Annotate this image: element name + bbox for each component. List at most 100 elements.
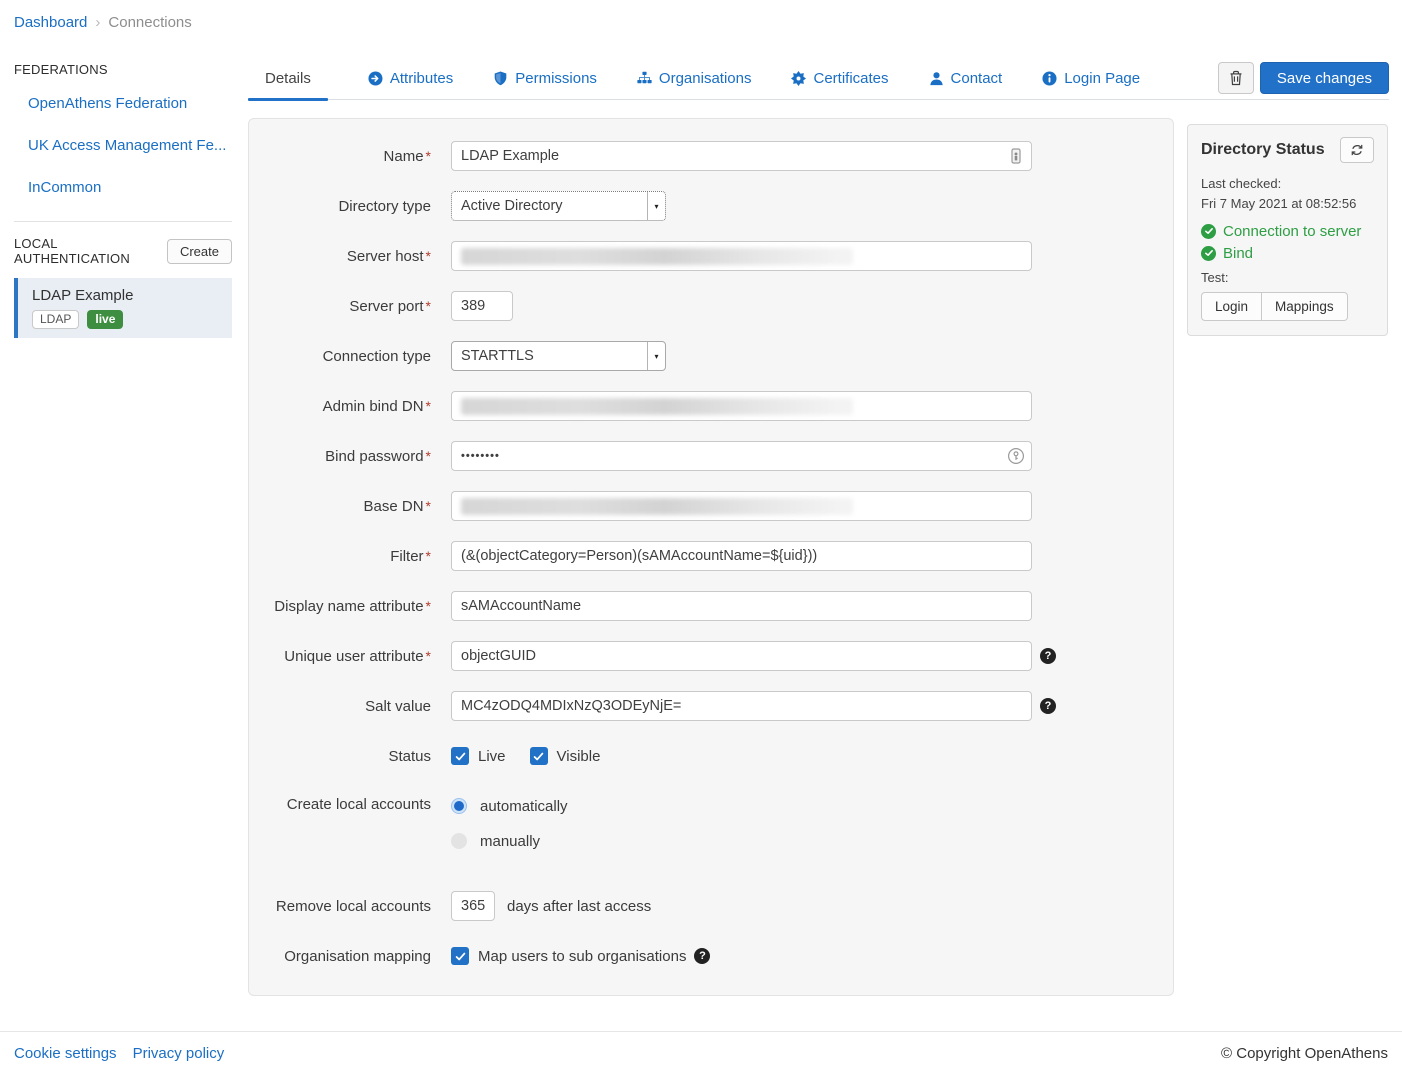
tab-label: Organisations (659, 70, 752, 87)
test-mappings-button[interactable]: Mappings (1262, 292, 1348, 321)
connection-name: LDAP Example (32, 287, 220, 304)
live-checkbox[interactable] (451, 747, 469, 765)
sidebar-item-ldap-example[interactable]: LDAP Example LDAP live (14, 278, 232, 338)
connection-type-select[interactable]: STARTTLS ▾ (451, 341, 666, 371)
form-row-base-dn: Base DN* (249, 491, 1173, 521)
connections-page: Dashboard › Connections FEDERATIONS Open… (0, 0, 1402, 1074)
list-item: UK Access Management Fe... (14, 137, 232, 155)
tab-permissions[interactable]: Permissions (493, 70, 597, 99)
form-row-create-local-accounts: Create local accounts automatically manu… (249, 791, 1173, 856)
base-dn-field[interactable] (451, 491, 1032, 521)
name-field[interactable] (451, 141, 1032, 171)
admin-bind-dn-field[interactable] (451, 391, 1032, 421)
cookie-settings-link[interactable]: Cookie settings (14, 1045, 117, 1062)
field-label: Status (249, 748, 431, 765)
sidebar-item-incommon[interactable]: InCommon (28, 179, 101, 196)
tab-details[interactable]: Details (248, 70, 328, 99)
required-marker: * (426, 648, 431, 664)
panel-title: Directory Status (1201, 141, 1325, 159)
info-circle-icon (1042, 71, 1057, 86)
test-button-group: Login Mappings (1201, 292, 1348, 321)
required-marker: * (426, 298, 431, 314)
tab-organisations[interactable]: Organisations (637, 70, 752, 99)
unique-user-attribute-field[interactable] (451, 641, 1032, 671)
tab-attributes[interactable]: Attributes (368, 70, 453, 99)
manually-radio[interactable] (451, 833, 467, 849)
test-login-button[interactable]: Login (1201, 292, 1262, 321)
copyright-text: © Copyright OpenAthens (1221, 1045, 1388, 1062)
form-row-admin-bind-dn: Admin bind DN* (249, 391, 1173, 421)
redacted-value (461, 498, 853, 515)
remove-days-field[interactable] (451, 891, 495, 921)
form-row-directory-type: Directory type Active Directory ▾ (249, 191, 1173, 221)
automatically-radio[interactable] (451, 798, 467, 814)
list-item: Connection to server (1201, 223, 1374, 240)
tab-label: Certificates (813, 70, 888, 87)
status-checks: Connection to server Bind (1201, 223, 1374, 262)
last-checked-label: Last checked: (1201, 175, 1374, 194)
map-users-checkbox[interactable] (451, 947, 469, 965)
breadcrumb-separator-icon: › (95, 14, 100, 31)
refresh-button[interactable] (1340, 137, 1374, 163)
footer: Cookie settings Privacy policy © Copyrig… (0, 1031, 1402, 1062)
field-label: Create local accounts (249, 791, 431, 813)
field-label: Filter* (249, 548, 431, 565)
last-checked-value: Fri 7 May 2021 at 08:52:56 (1201, 196, 1374, 211)
selected-value: STARTTLS (452, 342, 647, 370)
save-changes-button[interactable]: Save changes (1260, 62, 1389, 94)
sidebar-divider (14, 221, 232, 222)
directory-type-select[interactable]: Active Directory ▾ (451, 191, 666, 221)
password-key-icon[interactable] (1007, 447, 1025, 465)
field-label: Admin bind DN* (249, 398, 431, 415)
arrow-circle-right-icon (368, 71, 383, 86)
shield-icon (493, 71, 508, 86)
required-marker: * (426, 448, 431, 464)
chevron-down-icon: ▾ (647, 342, 665, 370)
breadcrumb-dashboard-link[interactable]: Dashboard (14, 14, 87, 31)
server-host-field[interactable] (451, 241, 1032, 271)
help-icon[interactable]: ? (1040, 648, 1056, 664)
help-icon[interactable]: ? (1040, 698, 1056, 714)
help-icon[interactable]: ? (694, 948, 710, 964)
visible-checkbox[interactable] (530, 747, 548, 765)
sitemap-icon (637, 71, 652, 86)
privacy-policy-link[interactable]: Privacy policy (133, 1045, 225, 1062)
sidebar-item-uk-access-management[interactable]: UK Access Management Fe... (28, 137, 226, 154)
create-button[interactable]: Create (167, 239, 232, 264)
form-row-organisation-mapping: Organisation mapping Map users to sub or… (249, 941, 1173, 971)
tab-login-page[interactable]: Login Page (1042, 70, 1140, 99)
certificate-icon (791, 71, 806, 86)
sidebar-item-openathens-federation[interactable]: OpenAthens Federation (28, 95, 187, 112)
autofill-icon[interactable] (1007, 147, 1025, 165)
tab-certificates[interactable]: Certificates (791, 70, 888, 99)
salt-value-field[interactable] (451, 691, 1032, 721)
server-port-field[interactable] (451, 291, 513, 321)
field-label: Organisation mapping (249, 948, 431, 965)
form-row-name: Name* (249, 141, 1173, 171)
list-item: InCommon (14, 179, 232, 197)
tab-contact[interactable]: Contact (929, 70, 1003, 99)
bind-password-field[interactable] (451, 441, 1032, 471)
check-circle-icon (1201, 224, 1216, 239)
delete-button[interactable] (1218, 62, 1254, 94)
field-label: Bind password* (249, 448, 431, 465)
checkbox-label: Map users to sub organisations (478, 948, 686, 965)
status-badge: live (87, 310, 123, 329)
local-auth-heading: LOCAL AUTHENTICATION (14, 236, 167, 266)
refresh-icon (1350, 143, 1364, 157)
required-marker: * (426, 398, 431, 414)
list-item: Bind (1201, 245, 1374, 262)
filter-field[interactable] (451, 541, 1032, 571)
checkbox-label: Live (478, 748, 506, 765)
form-row-filter: Filter* (249, 541, 1173, 571)
field-label: Display name attribute* (249, 598, 431, 615)
tab-label: Details (265, 70, 311, 87)
check-label: Connection to server (1223, 223, 1361, 240)
tab-label: Login Page (1064, 70, 1140, 87)
check-label: Bind (1223, 245, 1253, 262)
display-name-attribute-field[interactable] (451, 591, 1032, 621)
radio-label: manually (480, 833, 540, 850)
federations-heading: FEDERATIONS (14, 62, 232, 77)
tab-label: Permissions (515, 70, 597, 87)
required-marker: * (426, 498, 431, 514)
